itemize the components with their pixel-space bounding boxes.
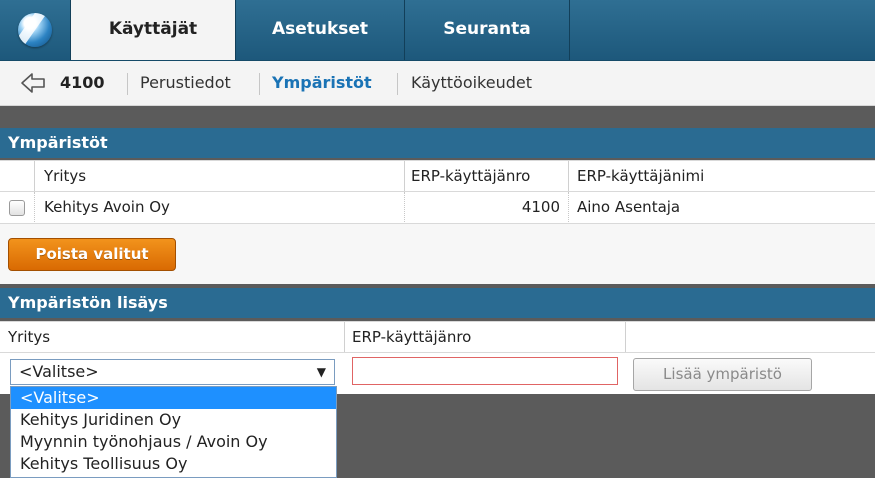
breadcrumb: 4100 Perustiedot Ympäristöt Käyttöoikeud… (0, 61, 875, 106)
row-company: Kehitys Avoin Oy (44, 198, 170, 216)
dropdown-option[interactable]: <Valitse> (11, 387, 336, 409)
table-row: Kehitys Avoin Oy 4100 Aino Asentaja (0, 192, 875, 224)
tab-monitoring[interactable]: Seuranta (405, 0, 569, 60)
divider (568, 161, 569, 191)
row-erp-name: Aino Asentaja (577, 198, 681, 216)
environments-title: Ympäristöt (0, 128, 875, 158)
app-logo-icon[interactable] (0, 0, 70, 60)
divider (625, 322, 626, 352)
divider (259, 73, 260, 95)
user-id: 4100 (60, 73, 105, 92)
divider (344, 322, 345, 352)
top-navigation: Käyttäjät Asetukset Seuranta (0, 0, 875, 61)
delete-selected-button[interactable]: Poista valitut (8, 238, 176, 271)
company-select[interactable]: <Valitse> ▼ (10, 359, 335, 385)
row-erp-number: 4100 (521, 198, 560, 216)
column-erp-number[interactable]: ERP-käyttäjänro (411, 161, 530, 191)
divider (34, 192, 36, 222)
triangle-down-icon: ▼ (316, 365, 326, 379)
dropdown-option[interactable]: Kehitys Juridinen Oy (11, 409, 336, 431)
divider (404, 161, 405, 191)
environments-table-header: Yritys ERP-käyttäjänro ERP-käyttäjänimi (0, 160, 875, 192)
column-erp-number: ERP-käyttäjänro (352, 328, 472, 346)
company-dropdown-list: <Valitse> Kehitys Juridinen Oy Myynnin t… (10, 386, 337, 478)
dropdown-option[interactable]: Myynnin työnohjaus / Avoin Oy (11, 431, 336, 453)
breadcrumb-permissions[interactable]: Käyttöoikeudet (411, 73, 532, 92)
tab-settings[interactable]: Asetukset (236, 0, 404, 60)
dropdown-option[interactable]: Kehitys Teollisuus Oy (11, 453, 336, 475)
back-arrow-icon[interactable] (20, 72, 46, 94)
add-environment-title: Ympäristön lisäys (0, 288, 875, 318)
add-environment-button[interactable]: Lisää ympäristö (633, 358, 812, 391)
column-erp-name[interactable]: ERP-käyttäjänimi (577, 161, 704, 191)
breadcrumb-basic-info[interactable]: Perustiedot (140, 73, 231, 92)
column-company[interactable]: Yritys (44, 161, 86, 191)
add-environment-header: Yritys ERP-käyttäjänro (0, 321, 875, 353)
tab-users[interactable]: Käyttäjät (71, 0, 235, 60)
row-checkbox[interactable] (9, 200, 25, 216)
divider (569, 0, 570, 60)
breadcrumb-environments[interactable]: Ympäristöt (272, 73, 372, 92)
company-select-value: <Valitse> (19, 362, 99, 381)
divider (568, 192, 570, 222)
divider (127, 73, 128, 95)
erp-number-input[interactable] (352, 357, 618, 385)
divider (397, 73, 398, 95)
column-company: Yritys (8, 328, 51, 346)
divider (34, 161, 35, 191)
